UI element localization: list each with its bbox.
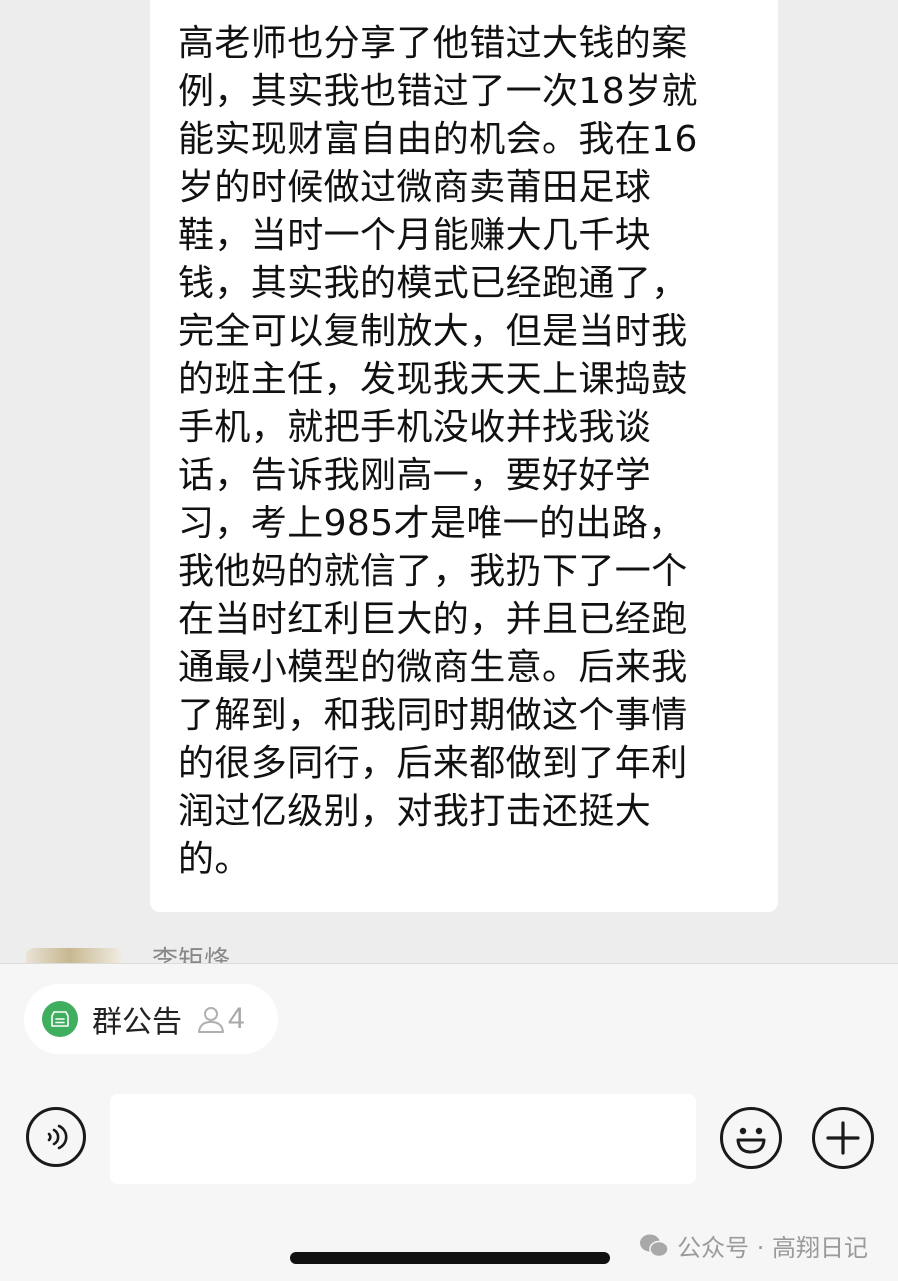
chat-area: 高老师也分享了他错过大钱的案 例，其实我也错过了一次18岁就 能实现财富自由的机… xyxy=(0,0,898,965)
message-input[interactable] xyxy=(110,1094,696,1184)
wechat-icon xyxy=(640,1234,669,1257)
message-bubble[interactable]: 高老师也分享了他错过大钱的案 例，其实我也错过了一次18岁就 能实现财富自由的机… xyxy=(150,0,778,912)
voice-button[interactable] xyxy=(26,1107,86,1167)
sender-name: 李矩烽 xyxy=(152,946,231,965)
more-button[interactable] xyxy=(812,1107,874,1169)
home-indicator[interactable] xyxy=(290,1252,610,1264)
group-notice-button[interactable]: 群公告 4 xyxy=(24,984,278,1054)
emoji-button[interactable] xyxy=(720,1107,782,1169)
emoji-icon xyxy=(736,1127,766,1154)
voice-icon xyxy=(47,1124,68,1150)
watermark: 公众号 · 高翔日记 xyxy=(639,1228,868,1263)
notice-icon xyxy=(42,1001,78,1037)
member-count: 4 xyxy=(228,1002,245,1035)
plus-icon xyxy=(826,1121,860,1155)
message-text: 高老师也分享了他错过大钱的案 例，其实我也错过了一次18岁就 能实现财富自由的机… xyxy=(178,23,698,880)
watermark-text: 公众号 · 高翔日记 xyxy=(677,1234,868,1262)
person-icon xyxy=(198,1007,224,1033)
input-area: 群公告 4 公众号 · 高翔日记 xyxy=(0,963,898,1281)
group-notice-label: 群公告 xyxy=(92,1005,182,1040)
